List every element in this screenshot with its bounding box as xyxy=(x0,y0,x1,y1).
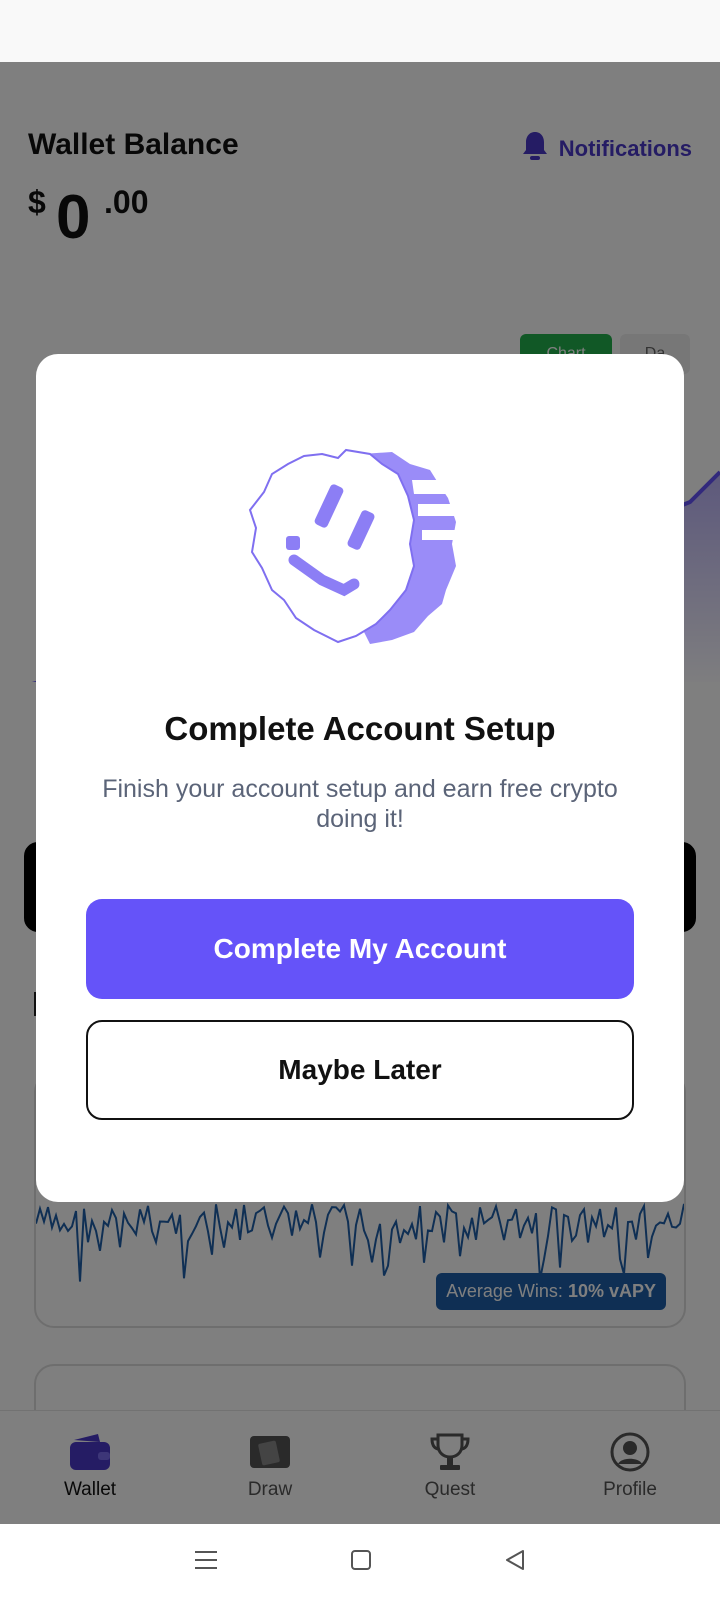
home-icon[interactable] xyxy=(349,1548,373,1577)
system-nav-bar xyxy=(0,1524,720,1600)
smiley-coin-illustration xyxy=(248,448,458,644)
modal-title: Complete Account Setup xyxy=(164,710,556,747)
account-setup-modal: Complete Account Setup Finish your accou… xyxy=(36,354,684,1202)
maybe-later-button[interactable]: Maybe Later xyxy=(86,1020,634,1120)
back-icon[interactable] xyxy=(503,1548,527,1577)
status-bar xyxy=(0,0,720,62)
modal-description: Finish your account setup and earn free … xyxy=(102,775,618,833)
complete-account-button[interactable]: Complete My Account xyxy=(86,899,634,999)
menu-icon[interactable] xyxy=(193,1549,219,1576)
